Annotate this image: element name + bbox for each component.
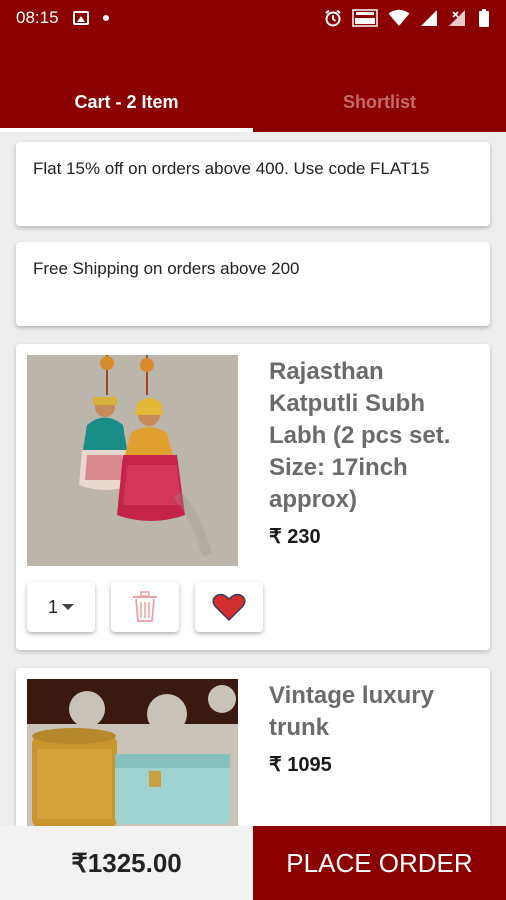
order-total: ₹1325.00 [71, 847, 182, 878]
delete-button[interactable] [111, 582, 179, 632]
battery-icon [479, 9, 489, 27]
tab-shortlist[interactable]: Shortlist [253, 72, 506, 132]
product-title[interactable]: Rajasthan Katputli Subh Labh (2 pcs set.… [269, 356, 479, 516]
chevron-down-icon [62, 604, 74, 610]
product-price: ₹ 230 [269, 526, 321, 548]
notification-dot-icon [102, 15, 109, 21]
product-image[interactable] [27, 679, 238, 829]
place-order-button[interactable]: PLACE ORDER [253, 826, 506, 900]
offer-text: Free Shipping on orders above 200 [33, 259, 300, 278]
signal-icon [421, 10, 437, 26]
offer-card: Free Shipping on orders above 200 [16, 242, 490, 326]
status-time: 08:15 [16, 8, 59, 27]
signal-icon [449, 10, 465, 26]
status-bar: 08:15 [0, 0, 506, 36]
shortlist-button[interactable] [195, 582, 263, 632]
heart-icon [212, 593, 246, 622]
cart-item: Vintage luxury trunk ₹ 1095 [16, 668, 490, 838]
image-icon [72, 11, 89, 25]
volte-icon [352, 9, 378, 27]
wifi-icon [388, 9, 410, 26]
item-actions: 1 [27, 582, 263, 632]
offer-card: Flat 15% off on orders above 400. Use co… [16, 142, 490, 226]
tab-cart-label: Cart - 2 Item [74, 91, 179, 112]
tab-indicator [0, 128, 253, 132]
cart-item: Rajasthan Katputli Subh Labh (2 pcs set.… [16, 344, 490, 650]
product-image[interactable] [27, 355, 238, 566]
offer-text: Flat 15% off on orders above 400. Use co… [33, 159, 430, 178]
alarm-icon [325, 9, 341, 27]
tab-shortlist-label: Shortlist [342, 91, 416, 112]
quantity-value: 1 [47, 596, 58, 617]
bottom-bar: ₹1325.00 PLACE ORDER [0, 826, 506, 900]
delete-icon [133, 591, 157, 622]
quantity-dropdown[interactable]: 1 [27, 582, 95, 632]
product-price: ₹ 1095 [269, 754, 332, 776]
app-bar: Cart - 2 Item Shortlist [0, 36, 506, 132]
product-title[interactable]: Vintage luxury trunk [269, 680, 479, 744]
tab-cart[interactable]: Cart - 2 Item [0, 72, 253, 132]
